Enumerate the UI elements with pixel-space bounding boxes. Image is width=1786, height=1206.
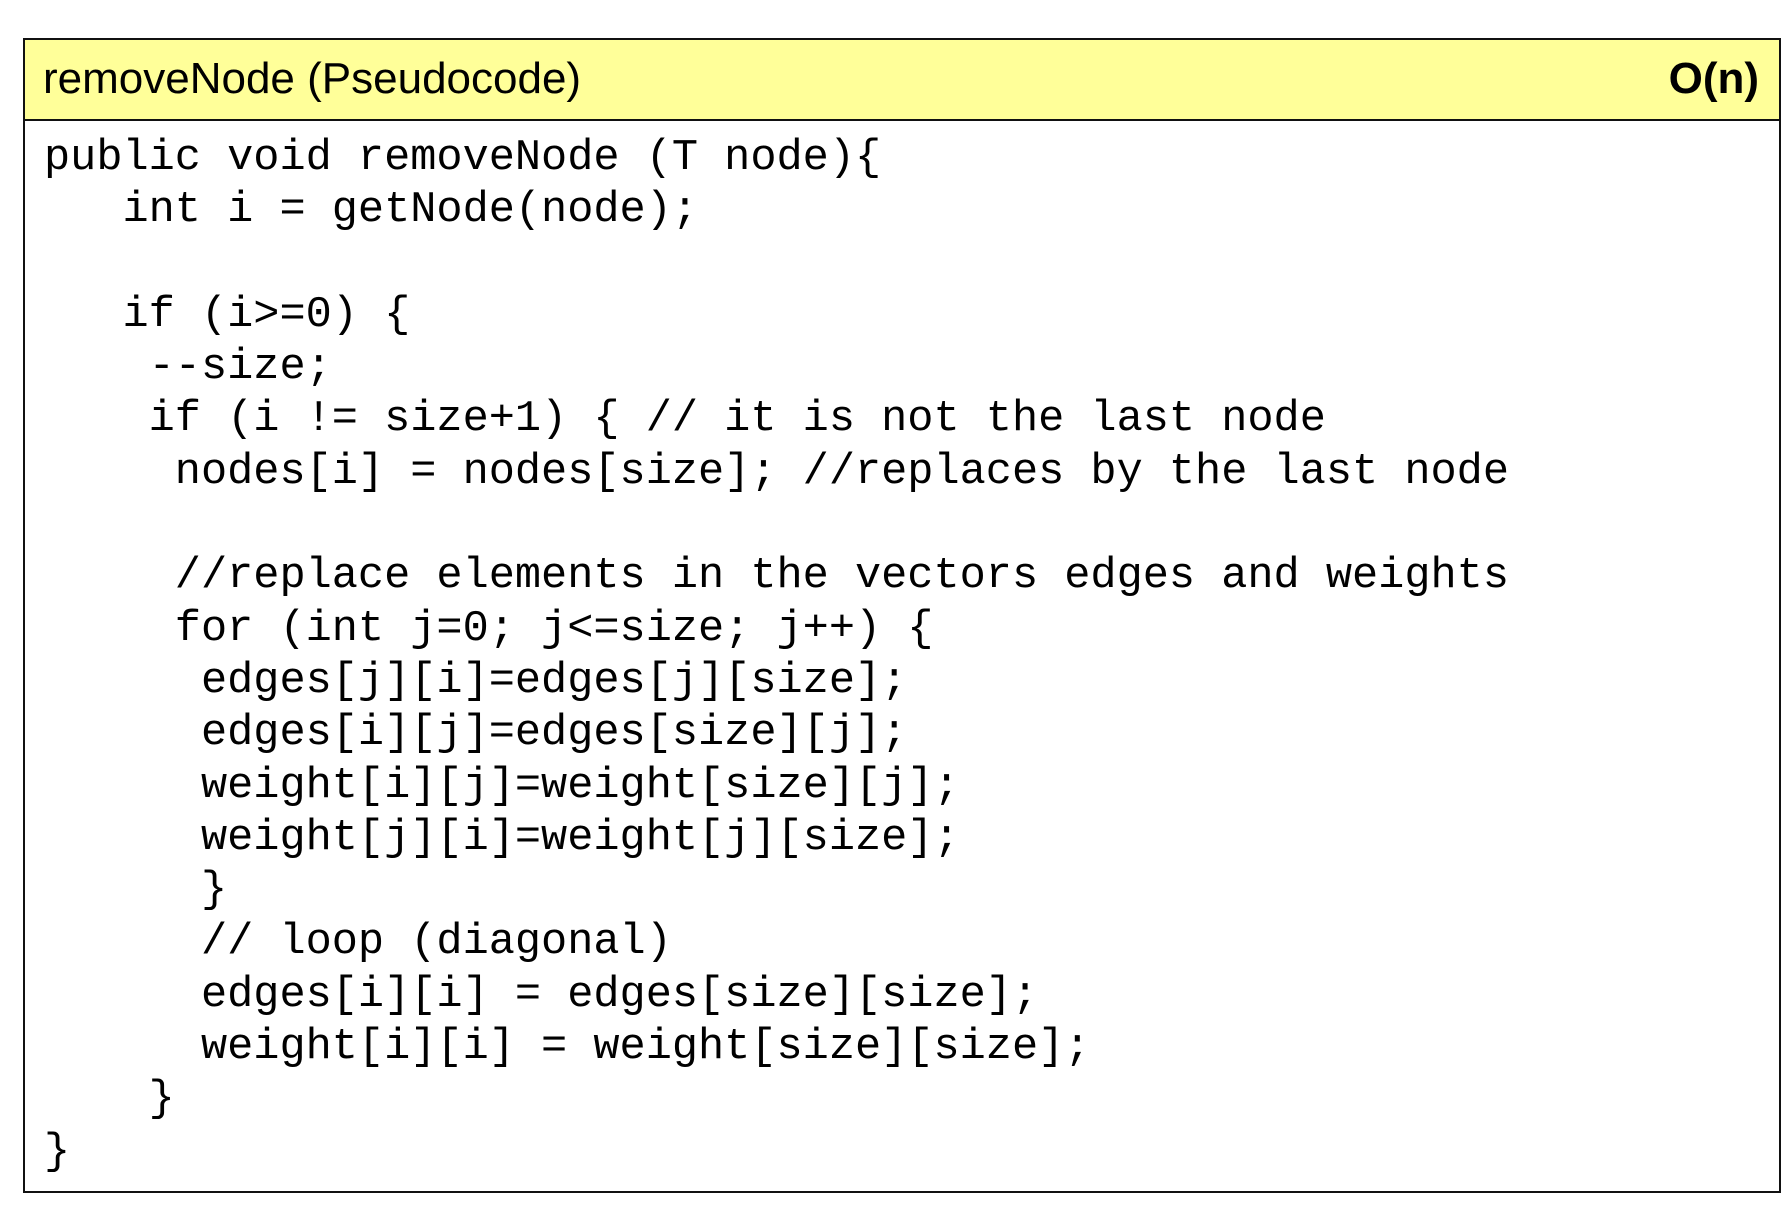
- code-line: }: [44, 866, 228, 916]
- code-line: if (i != size+1) { // it is not the last…: [44, 395, 1326, 445]
- code-line: weight[i][i] = weight[size][size];: [44, 1023, 1091, 1073]
- code-line: if (i>=0) {: [44, 290, 411, 340]
- code-line: edges[i][j]=edges[size][j];: [44, 709, 908, 759]
- code-line: }: [44, 1127, 71, 1177]
- code-box-header: removeNode (Pseudocode) O(n): [25, 40, 1779, 121]
- code-line: for (int j=0; j<=size; j++) {: [44, 604, 934, 654]
- code-line: weight[i][j]=weight[size][j];: [44, 761, 960, 811]
- code-line: }: [44, 1075, 175, 1125]
- code-block: public void removeNode (T node){ int i =…: [44, 133, 1509, 1179]
- code-line: int i = getNode(node);: [44, 186, 699, 236]
- code-line: edges[i][i] = edges[size][size];: [44, 970, 1039, 1020]
- code-line: public void removeNode (T node){: [44, 134, 882, 183]
- code-line: edges[j][i]=edges[j][size];: [44, 656, 908, 706]
- code-title: removeNode (Pseudocode): [43, 54, 582, 103]
- code-line: weight[j][i]=weight[j][size];: [44, 813, 960, 863]
- code-line: // loop (diagonal): [44, 918, 672, 968]
- code-line: //replace elements in the vectors edges …: [44, 552, 1509, 602]
- pseudocode-box: removeNode (Pseudocode) O(n) public void…: [23, 38, 1781, 1193]
- code-line: --size;: [44, 343, 332, 393]
- complexity-label: O(n): [1668, 54, 1759, 103]
- code-line: nodes[i] = nodes[size]; //replaces by th…: [44, 447, 1509, 497]
